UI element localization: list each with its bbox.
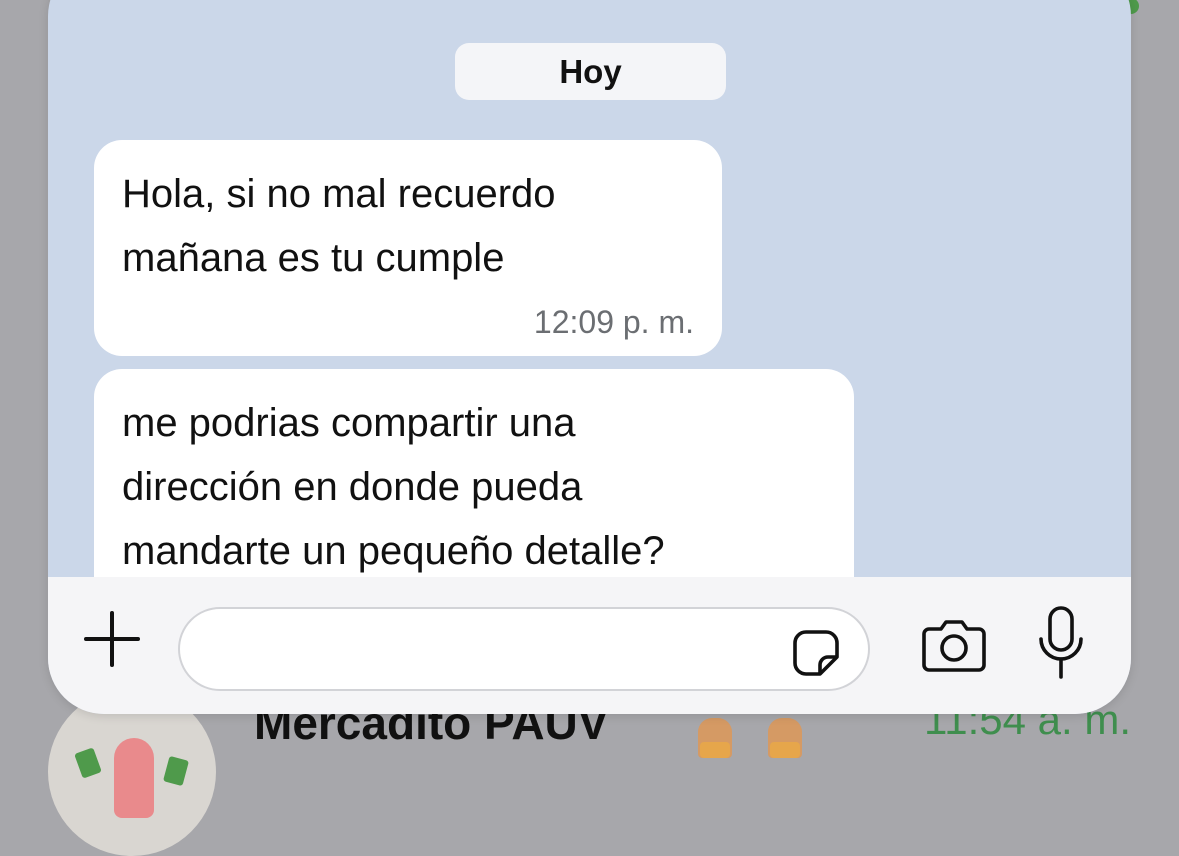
message-field[interactable] [178, 607, 870, 691]
person-emoji-icon [698, 718, 732, 758]
sticker-icon[interactable] [792, 629, 840, 677]
message-text: me podrias compartir una dirección en do… [122, 401, 665, 573]
message-text: Hola, si no mal recuerdo mañana es tu cu… [122, 172, 556, 280]
money-icon [74, 747, 102, 779]
message-bubble[interactable]: Hola, si no mal recuerdo mañana es tu cu… [94, 140, 722, 356]
message-input-bar [48, 577, 1131, 714]
date-separator: Hoy [455, 43, 726, 100]
person-emoji-icon [768, 718, 802, 758]
camera-icon[interactable] [921, 617, 987, 673]
message-input[interactable] [208, 619, 772, 681]
money-icon [162, 755, 190, 787]
microphone-icon[interactable] [1037, 605, 1085, 681]
plus-icon[interactable] [82, 609, 142, 669]
patrick-star-avatar [114, 738, 154, 818]
message-time: 12:09 p. m. [533, 304, 694, 340]
chat-preview-popup[interactable]: Hoy Hola, si no mal recuerdo mañana es t… [48, 0, 1131, 714]
